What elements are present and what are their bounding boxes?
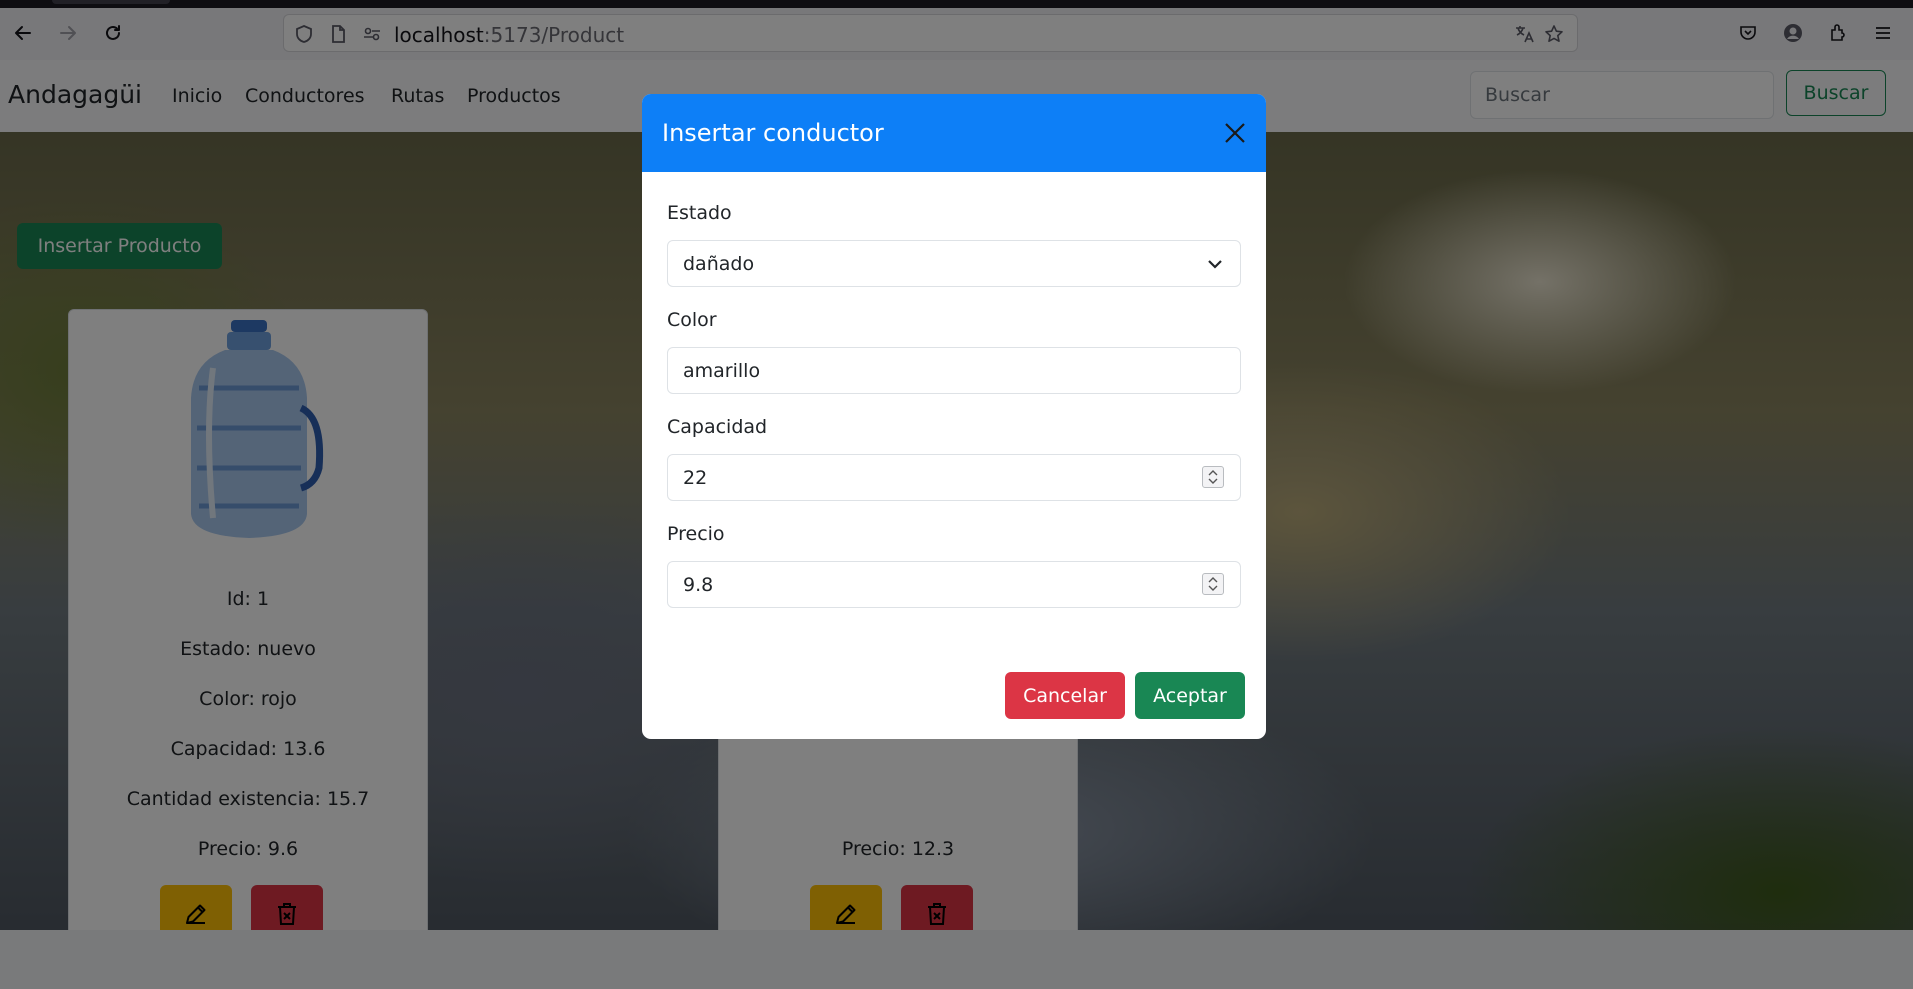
modal-header: Insertar conductor [642,94,1266,172]
insert-modal: Insertar conductor Estado dañado Color a… [642,94,1266,739]
chevron-down-icon [1208,260,1222,269]
close-icon[interactable] [1220,118,1250,148]
color-input[interactable]: amarillo [667,347,1241,394]
number-spinner-icon[interactable] [1202,466,1224,488]
capacidad-label: Capacidad [667,416,768,438]
accept-button[interactable]: Aceptar [1135,672,1245,719]
precio-value: 9.8 [683,573,714,596]
number-spinner-icon[interactable] [1202,573,1224,595]
capacidad-input[interactable]: 22 [667,454,1241,501]
estado-select[interactable]: dañado [667,240,1241,287]
precio-label: Precio [667,523,725,545]
capacidad-value: 22 [683,466,708,489]
color-value: amarillo [683,359,761,382]
modal-title: Insertar conductor [662,119,884,147]
estado-label: Estado [667,202,732,224]
precio-input[interactable]: 9.8 [667,561,1241,608]
cancel-button[interactable]: Cancelar [1005,672,1125,719]
color-label: Color [667,309,717,331]
estado-value: dañado [683,252,755,275]
